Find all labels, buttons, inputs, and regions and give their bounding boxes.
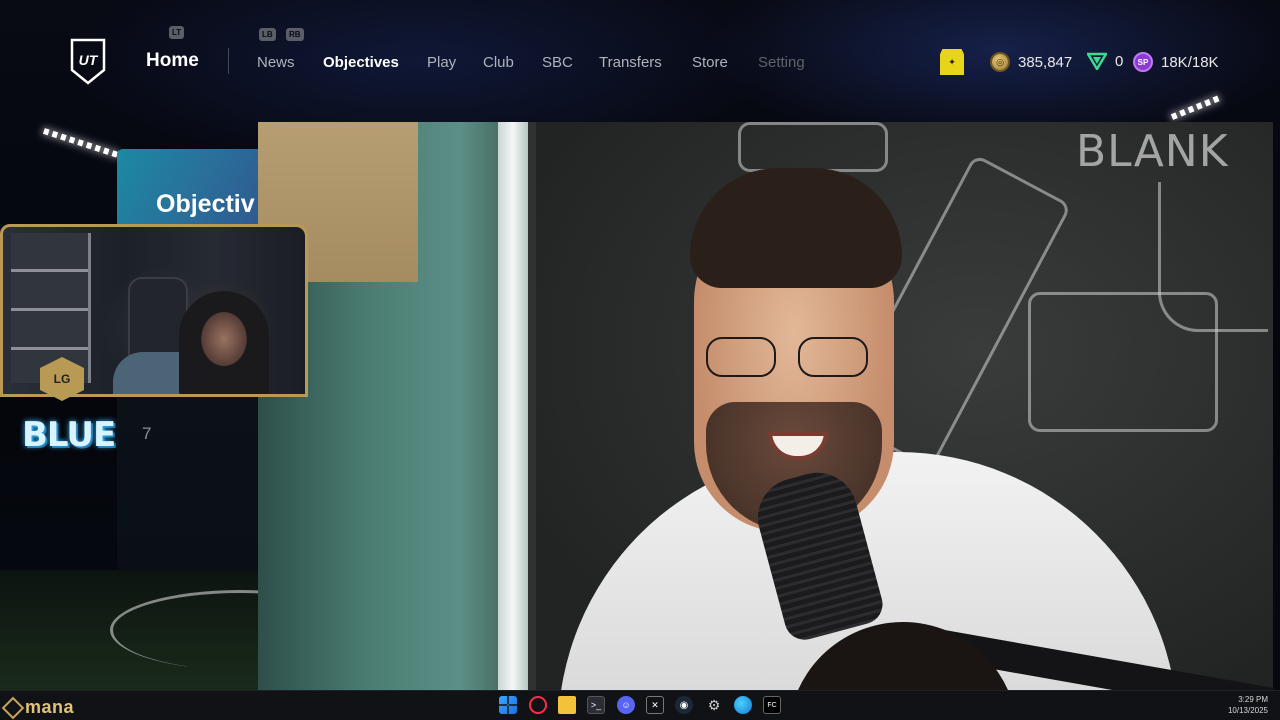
coin-icon: ◎ (990, 52, 1010, 72)
game-app-icon[interactable]: FC (763, 696, 781, 714)
club-badge-icon[interactable]: ✦ (940, 49, 964, 75)
settings-gear-icon[interactable]: ⚙ (705, 696, 723, 714)
rb-bumper-badge: RB (286, 28, 304, 41)
file-explorer-icon[interactable] (558, 696, 576, 714)
clock-date: 10/13/2025 (1227, 706, 1268, 715)
mana-logo: mana (1, 696, 75, 719)
glasses-right (798, 337, 868, 377)
sp-icon: SP (1133, 52, 1153, 72)
objectives-card-title: Objectiv (156, 190, 255, 218)
mana-brand-text: mana (25, 697, 75, 717)
nav-tab-objectives[interactable]: Objectives (323, 54, 399, 71)
windows-taskbar: mana >_ ☺ ✕ ◉ ⚙ FC 3:29 PM 10/13/2025 (0, 690, 1280, 720)
coins-value: 385,847 (1018, 53, 1073, 71)
webcam-shelf (11, 233, 91, 383)
system-clock[interactable]: 3:29 PM 10/13/2025 (1228, 694, 1268, 716)
windows-start-icon[interactable] (499, 696, 517, 714)
nav-divider (228, 48, 229, 74)
svg-text:UT: UT (79, 52, 99, 68)
top-navigation: UT LT Home LB RB News Objectives Play Cl… (0, 0, 1280, 110)
nav-tab-club[interactable]: Club (483, 54, 514, 71)
lt-trigger-badge: LT (169, 26, 185, 39)
nav-tab-play[interactable]: Play (427, 54, 456, 71)
video-wall-strip (498, 122, 528, 690)
terminal-icon[interactable]: >_ (587, 696, 605, 714)
chalk-text: BLANK (1076, 126, 1229, 177)
video-overlay: BLANK (258, 122, 1273, 690)
mana-mark-icon (1, 696, 25, 719)
chalk-drawing-box (738, 122, 888, 172)
clock-time: 3:29 PM (1238, 695, 1268, 704)
nav-tab-store[interactable]: Store (692, 54, 728, 71)
edge-browser-icon[interactable] (734, 696, 752, 714)
steam-icon[interactable]: ◉ (675, 696, 693, 714)
glasses-left (706, 337, 776, 377)
lb-bumper-badge: LB (259, 28, 276, 41)
blue-overlay-text: BLUE (22, 415, 116, 455)
blue-overlay-number: 7 (142, 424, 152, 443)
points-value: 0 (1115, 52, 1124, 70)
opera-gx-icon[interactable] (529, 696, 547, 714)
nav-tab-sbc[interactable]: SBC (542, 54, 573, 71)
ut-logo-icon[interactable]: UT (69, 36, 107, 86)
points-balance: 0 (1087, 52, 1123, 70)
nav-home[interactable]: Home (146, 50, 199, 72)
discord-icon[interactable]: ☺ (617, 696, 635, 714)
fc-points-icon (1087, 52, 1107, 70)
xbox-app-icon[interactable]: ✕ (646, 696, 664, 714)
chalk-drawing-arrow (1158, 182, 1268, 332)
nav-tab-news[interactable]: News (257, 54, 295, 71)
sp-balance: SP 18K/18K (1133, 52, 1219, 72)
nav-tab-transfers[interactable]: Transfers (599, 54, 662, 71)
webcam-person (179, 291, 269, 394)
coins-balance: ◎ 385,847 (990, 52, 1072, 72)
nav-tab-setting[interactable]: Setting (758, 54, 805, 71)
sp-value: 18K/18K (1161, 53, 1219, 71)
